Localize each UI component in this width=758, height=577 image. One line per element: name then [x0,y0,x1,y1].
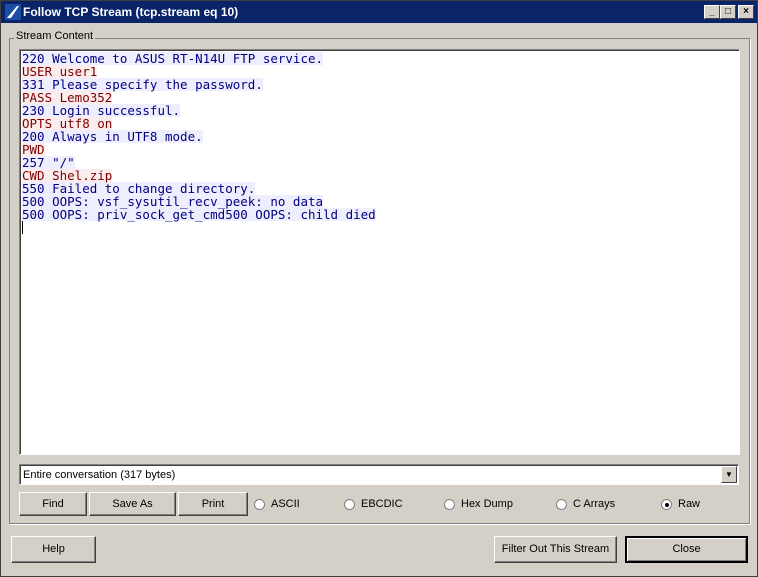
stream-content-label: Stream Content [14,30,96,42]
radio-c-arrays-dot[interactable] [556,498,567,510]
title-bar[interactable]: Follow TCP Stream (tcp.stream eq 10) _ □… [1,1,757,23]
print-button[interactable]: Print [178,492,248,516]
radio-hex-dump-label: Hex Dump [461,498,513,511]
radio-hex-dump-dot[interactable] [444,498,455,510]
help-button-label: Help [42,543,65,555]
close-window-button[interactable]: × [738,5,754,19]
filter-out-stream-button[interactable]: Filter Out This Stream [494,536,617,563]
minimize-button[interactable]: _ [704,5,720,19]
stream-lines: 220 Welcome to ASUS RT-N14U FTP service.… [22,52,737,221]
stream-line-server: 200 Always in UTF8 mode. [22,129,203,144]
radio-ebcdic[interactable]: EBCDIC [344,498,403,512]
follow-tcp-stream-window: Follow TCP Stream (tcp.stream eq 10) _ □… [0,0,758,577]
text-caret [22,221,23,234]
close-button[interactable]: Close [625,536,748,563]
conversation-select[interactable]: Entire conversation (317 bytes) ▼ [19,464,739,485]
close-button-label: Close [672,543,701,555]
stream-content-textarea[interactable]: 220 Welcome to ASUS RT-N14U FTP service.… [19,49,740,455]
radio-ebcdic-dot[interactable] [344,498,355,510]
help-button[interactable]: Help [11,536,96,563]
radio-raw-dot[interactable] [661,498,672,510]
radio-hex-dump[interactable]: Hex Dump [444,498,513,512]
radio-ascii-dot[interactable] [254,498,265,510]
radio-ascii[interactable]: ASCII [254,498,300,512]
radio-c-arrays-label: C Arrays [573,498,616,511]
stream-line-server: 500 OOPS: priv_sock_get_cmd500 OOPS: chi… [22,207,376,222]
radio-ebcdic-label: EBCDIC [361,498,403,511]
conversation-select-value: Entire conversation (317 bytes) [23,469,176,481]
print-button-label: Print [201,498,225,510]
radio-raw[interactable]: Raw [661,498,700,512]
radio-raw-label: Raw [678,498,701,511]
dropdown-arrow-icon[interactable]: ▼ [721,466,737,483]
window-title: Follow TCP Stream (tcp.stream eq 10) [23,5,239,19]
radio-c-arrays[interactable]: C Arrays [556,498,615,512]
save-as-button[interactable]: Save As [89,492,176,516]
maximize-button[interactable]: □ [720,5,736,19]
find-button[interactable]: Find [19,492,87,516]
filter-out-button-label: Filter Out This Stream [501,543,610,555]
find-button-label: Find [42,498,64,510]
save-as-button-label: Save As [112,498,153,510]
radio-ascii-label: ASCII [271,498,300,511]
wireshark-fin-icon [5,4,21,20]
